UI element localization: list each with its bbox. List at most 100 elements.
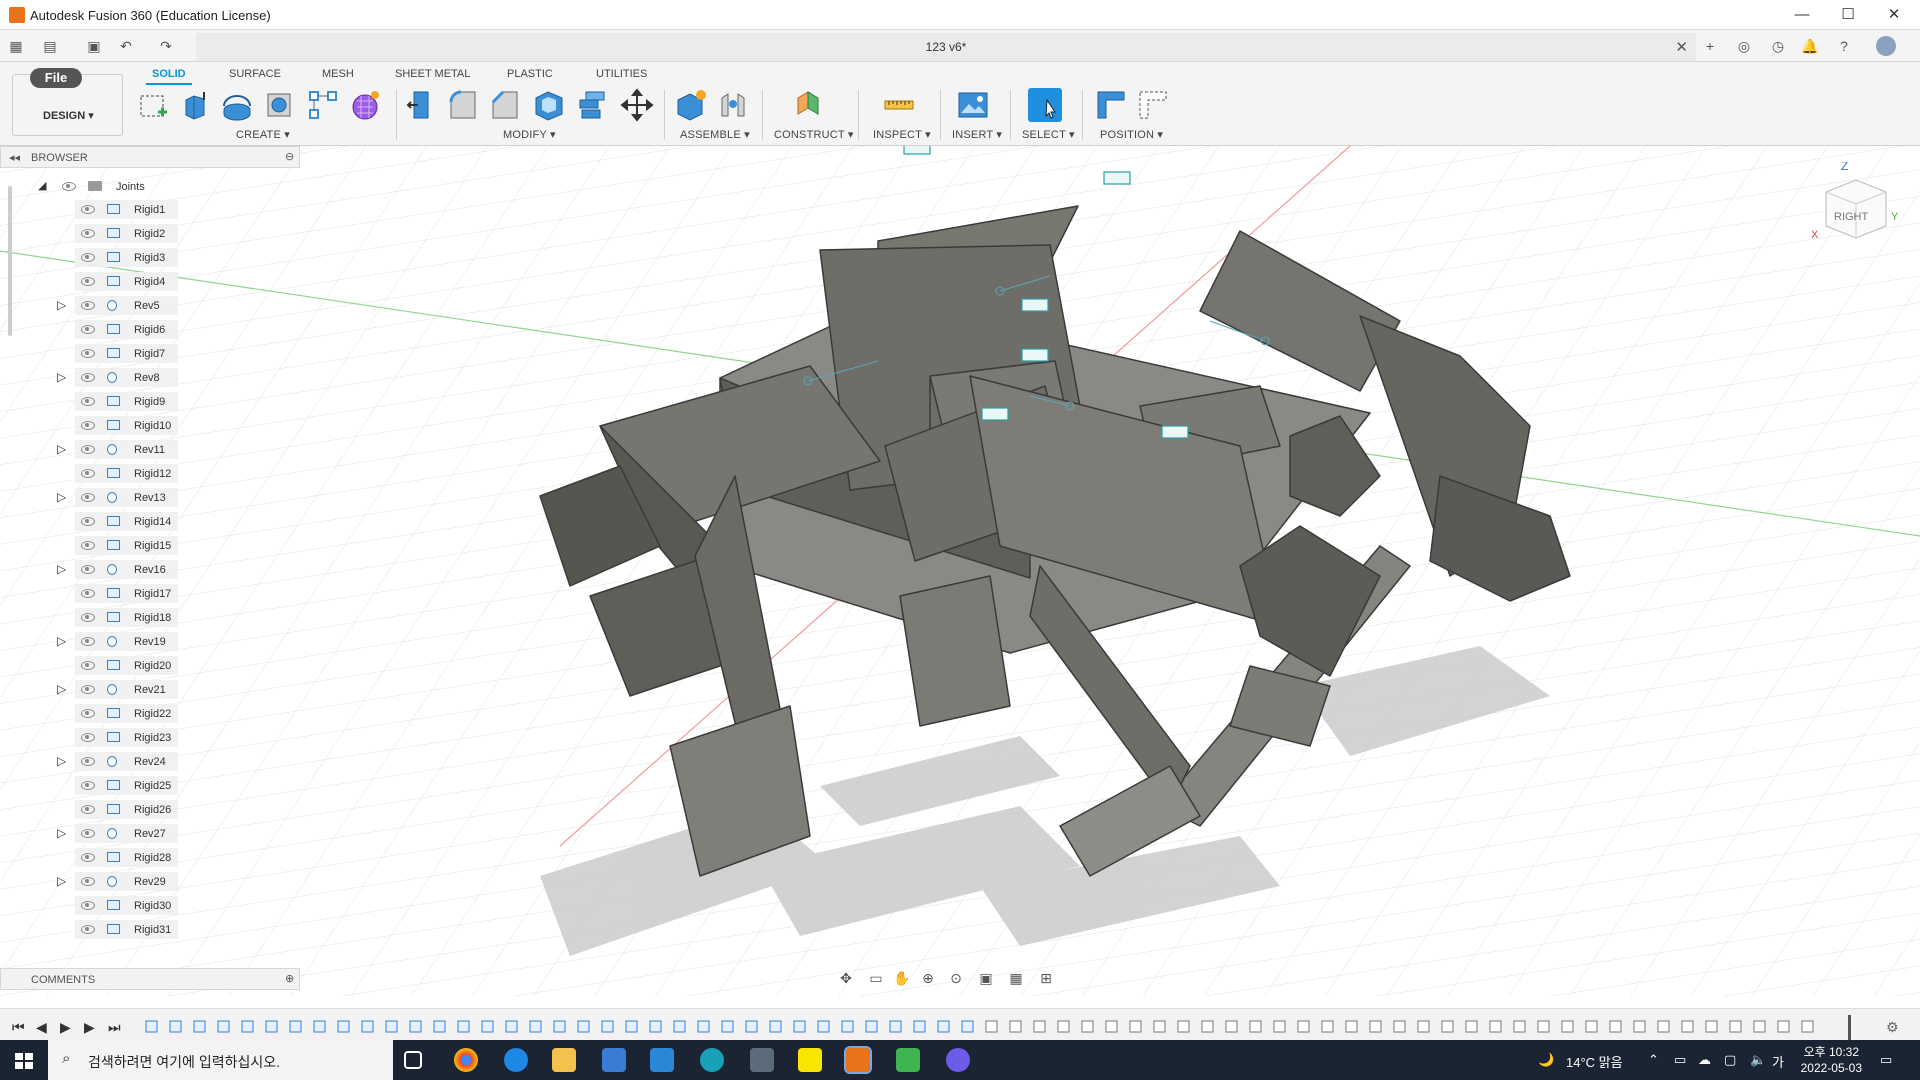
- move-copy-icon[interactable]: [620, 88, 654, 122]
- timeline-feature[interactable]: [361, 1020, 374, 1033]
- minimize-button[interactable]: —: [1780, 2, 1824, 28]
- browser-joint-row[interactable]: Rigid4: [0, 272, 300, 292]
- create-group-label[interactable]: CREATE ▾: [236, 128, 290, 141]
- capture-position-icon[interactable]: [1094, 88, 1128, 122]
- visibility-eye-icon[interactable]: [81, 853, 95, 862]
- timeline-marker[interactable]: [1848, 1015, 1851, 1041]
- timeline-feature[interactable]: [1561, 1020, 1574, 1033]
- timeline-feature[interactable]: [1705, 1020, 1718, 1033]
- timeline-feature[interactable]: [457, 1020, 470, 1033]
- revert-position-icon[interactable]: [1136, 88, 1170, 122]
- file-menu-icon[interactable]: ▤: [40, 36, 60, 56]
- visibility-eye-icon[interactable]: [81, 421, 95, 430]
- new-component-icon[interactable]: [674, 88, 708, 122]
- visibility-eye-icon[interactable]: [81, 205, 95, 214]
- timeline-feature[interactable]: [505, 1020, 518, 1033]
- layers-app-icon[interactable]: [896, 1048, 920, 1072]
- timeline-feature[interactable]: [1801, 1020, 1814, 1033]
- tab-sheet-metal[interactable]: SHEET METAL: [395, 68, 470, 80]
- visibility-eye-icon[interactable]: [81, 781, 95, 790]
- timeline-feature[interactable]: [1345, 1020, 1358, 1033]
- timeline-feature[interactable]: [1153, 1020, 1166, 1033]
- timeline-feature[interactable]: [145, 1020, 158, 1033]
- orbit-icon[interactable]: ✥: [836, 968, 856, 988]
- collapse-panel-icon[interactable]: ◂◂: [9, 151, 20, 164]
- timeline-feature[interactable]: [553, 1020, 566, 1033]
- insert-group-label[interactable]: INSERT ▾: [952, 128, 1002, 141]
- assemble-group-label[interactable]: ASSEMBLE ▾: [680, 128, 750, 141]
- zoom-icon[interactable]: ⊕: [918, 968, 938, 988]
- timeline-play-icon[interactable]: ▶: [60, 1019, 71, 1036]
- tab-plastic[interactable]: PLASTIC: [507, 68, 553, 80]
- expand-toggle-icon[interactable]: ▷: [57, 298, 66, 312]
- form-icon[interactable]: [348, 88, 382, 122]
- timeline-feature[interactable]: [1489, 1020, 1502, 1033]
- close-document-icon[interactable]: ✕: [1675, 38, 1688, 56]
- visibility-eye-icon[interactable]: [81, 901, 95, 910]
- browser-joint-row[interactable]: Rigid23: [0, 728, 300, 748]
- timeline-feature[interactable]: [745, 1020, 758, 1033]
- timeline-feature[interactable]: [985, 1020, 998, 1033]
- browser-joint-row[interactable]: Rigid6: [0, 320, 300, 340]
- timeline-feature[interactable]: [481, 1020, 494, 1033]
- expand-toggle-icon[interactable]: ▷: [57, 874, 66, 888]
- expand-toggle-icon[interactable]: ▷: [57, 634, 66, 648]
- visibility-eye-icon[interactable]: [81, 829, 95, 838]
- timeline-next-icon[interactable]: ▶: [84, 1019, 95, 1036]
- browser-joint-row[interactable]: ▷ Rev11: [0, 440, 300, 460]
- discord-icon[interactable]: [946, 1048, 970, 1072]
- browser-joint-row[interactable]: ▷ Rev19: [0, 632, 300, 652]
- tab-mesh[interactable]: MESH: [322, 68, 354, 80]
- store-icon[interactable]: [602, 1048, 626, 1072]
- timeline-feature[interactable]: [289, 1020, 302, 1033]
- browser-joint-row[interactable]: ▷ Rev8: [0, 368, 300, 388]
- browser-joint-row[interactable]: ▷ Rev13: [0, 488, 300, 508]
- browser-joint-row[interactable]: ▷ Rev24: [0, 752, 300, 772]
- timeline-feature[interactable]: [1657, 1020, 1670, 1033]
- calculator-icon[interactable]: [750, 1048, 774, 1072]
- expand-toggle-icon[interactable]: ▷: [57, 562, 66, 576]
- timeline-feature[interactable]: [1249, 1020, 1262, 1033]
- visibility-eye-icon[interactable]: [81, 589, 95, 598]
- timeline-feature[interactable]: [193, 1020, 206, 1033]
- browser-joint-row[interactable]: Rigid10: [0, 416, 300, 436]
- tab-surface[interactable]: SURFACE: [229, 68, 281, 80]
- timeline-feature[interactable]: [169, 1020, 182, 1033]
- close-window-button[interactable]: ✕: [1872, 2, 1916, 28]
- visibility-eye-icon[interactable]: [81, 517, 95, 526]
- browser-joint-row[interactable]: Rigid20: [0, 656, 300, 676]
- offset-plane-icon[interactable]: [792, 88, 826, 122]
- timeline-last-icon[interactable]: ⏭: [108, 1019, 121, 1036]
- timeline-feature[interactable]: [601, 1020, 614, 1033]
- timeline-feature[interactable]: [385, 1020, 398, 1033]
- visibility-eye-icon[interactable]: [81, 613, 95, 622]
- extensions-icon[interactable]: ◎: [1734, 36, 1754, 56]
- expand-toggle-icon[interactable]: ▷: [57, 442, 66, 456]
- job-status-icon[interactable]: ◷: [1768, 36, 1788, 56]
- visibility-eye-icon[interactable]: [81, 757, 95, 766]
- insert-canvas-icon[interactable]: [956, 88, 990, 122]
- windows-start-icon[interactable]: [0, 1040, 48, 1080]
- timeline-feature[interactable]: [1537, 1020, 1550, 1033]
- weather-text[interactable]: 14°C 맑음: [1566, 1052, 1623, 1071]
- timeline-feature[interactable]: [1465, 1020, 1478, 1033]
- construct-group-label[interactable]: CONSTRUCT ▾: [774, 128, 854, 141]
- browser-joint-row[interactable]: ▷ Rev29: [0, 872, 300, 892]
- timeline-feature[interactable]: [577, 1020, 590, 1033]
- timeline-feature[interactable]: [625, 1020, 638, 1033]
- expand-toggle-icon[interactable]: ◢: [38, 179, 46, 192]
- tray-expand-icon[interactable]: ⌃: [1648, 1052, 1659, 1068]
- hole-icon[interactable]: [262, 88, 296, 122]
- timeline-feature[interactable]: [1585, 1020, 1598, 1033]
- timeline-feature[interactable]: [1393, 1020, 1406, 1033]
- system-clock[interactable]: 오후 10:32 2022-05-03: [1801, 1044, 1862, 1076]
- timeline-feature[interactable]: [217, 1020, 230, 1033]
- timeline-feature[interactable]: [1033, 1020, 1046, 1033]
- pattern-icon[interactable]: [306, 88, 340, 122]
- redo-icon[interactable]: ↷: [156, 36, 176, 56]
- browser-joint-row[interactable]: ▷ Rev5: [0, 296, 300, 316]
- task-view-icon[interactable]: [404, 1051, 422, 1069]
- timeline-feature[interactable]: [961, 1020, 974, 1033]
- timeline-feature[interactable]: [1513, 1020, 1526, 1033]
- timeline-feature[interactable]: [1369, 1020, 1382, 1033]
